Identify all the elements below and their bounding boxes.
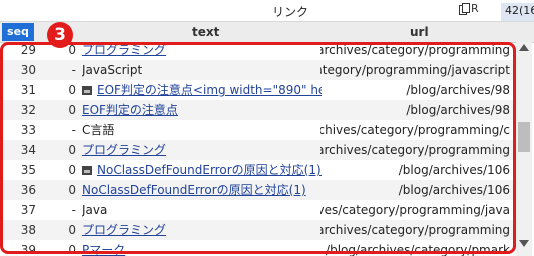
panel-title: リンク [272, 5, 309, 19]
highlight-box [0, 42, 516, 254]
scroll-down-arrow-icon[interactable] [519, 240, 529, 247]
copy-label: R [471, 2, 479, 15]
column-header-url[interactable]: url [410, 25, 429, 39]
vertical-scrollbar[interactable] [516, 42, 532, 256]
table-header: seq text url [0, 22, 534, 43]
scrollbar-thumb[interactable] [518, 122, 530, 152]
scroll-up-arrow-icon[interactable] [519, 44, 529, 51]
copy-icon [459, 3, 470, 15]
count-badge: 42(16) [501, 3, 534, 21]
column-header-text[interactable]: text [192, 25, 219, 39]
column-header-seq[interactable]: seq [2, 23, 34, 41]
copy-button[interactable]: R [459, 2, 479, 15]
step-badge: 3 [47, 22, 73, 48]
toolbar: リンク R 42(16) [0, 0, 534, 22]
